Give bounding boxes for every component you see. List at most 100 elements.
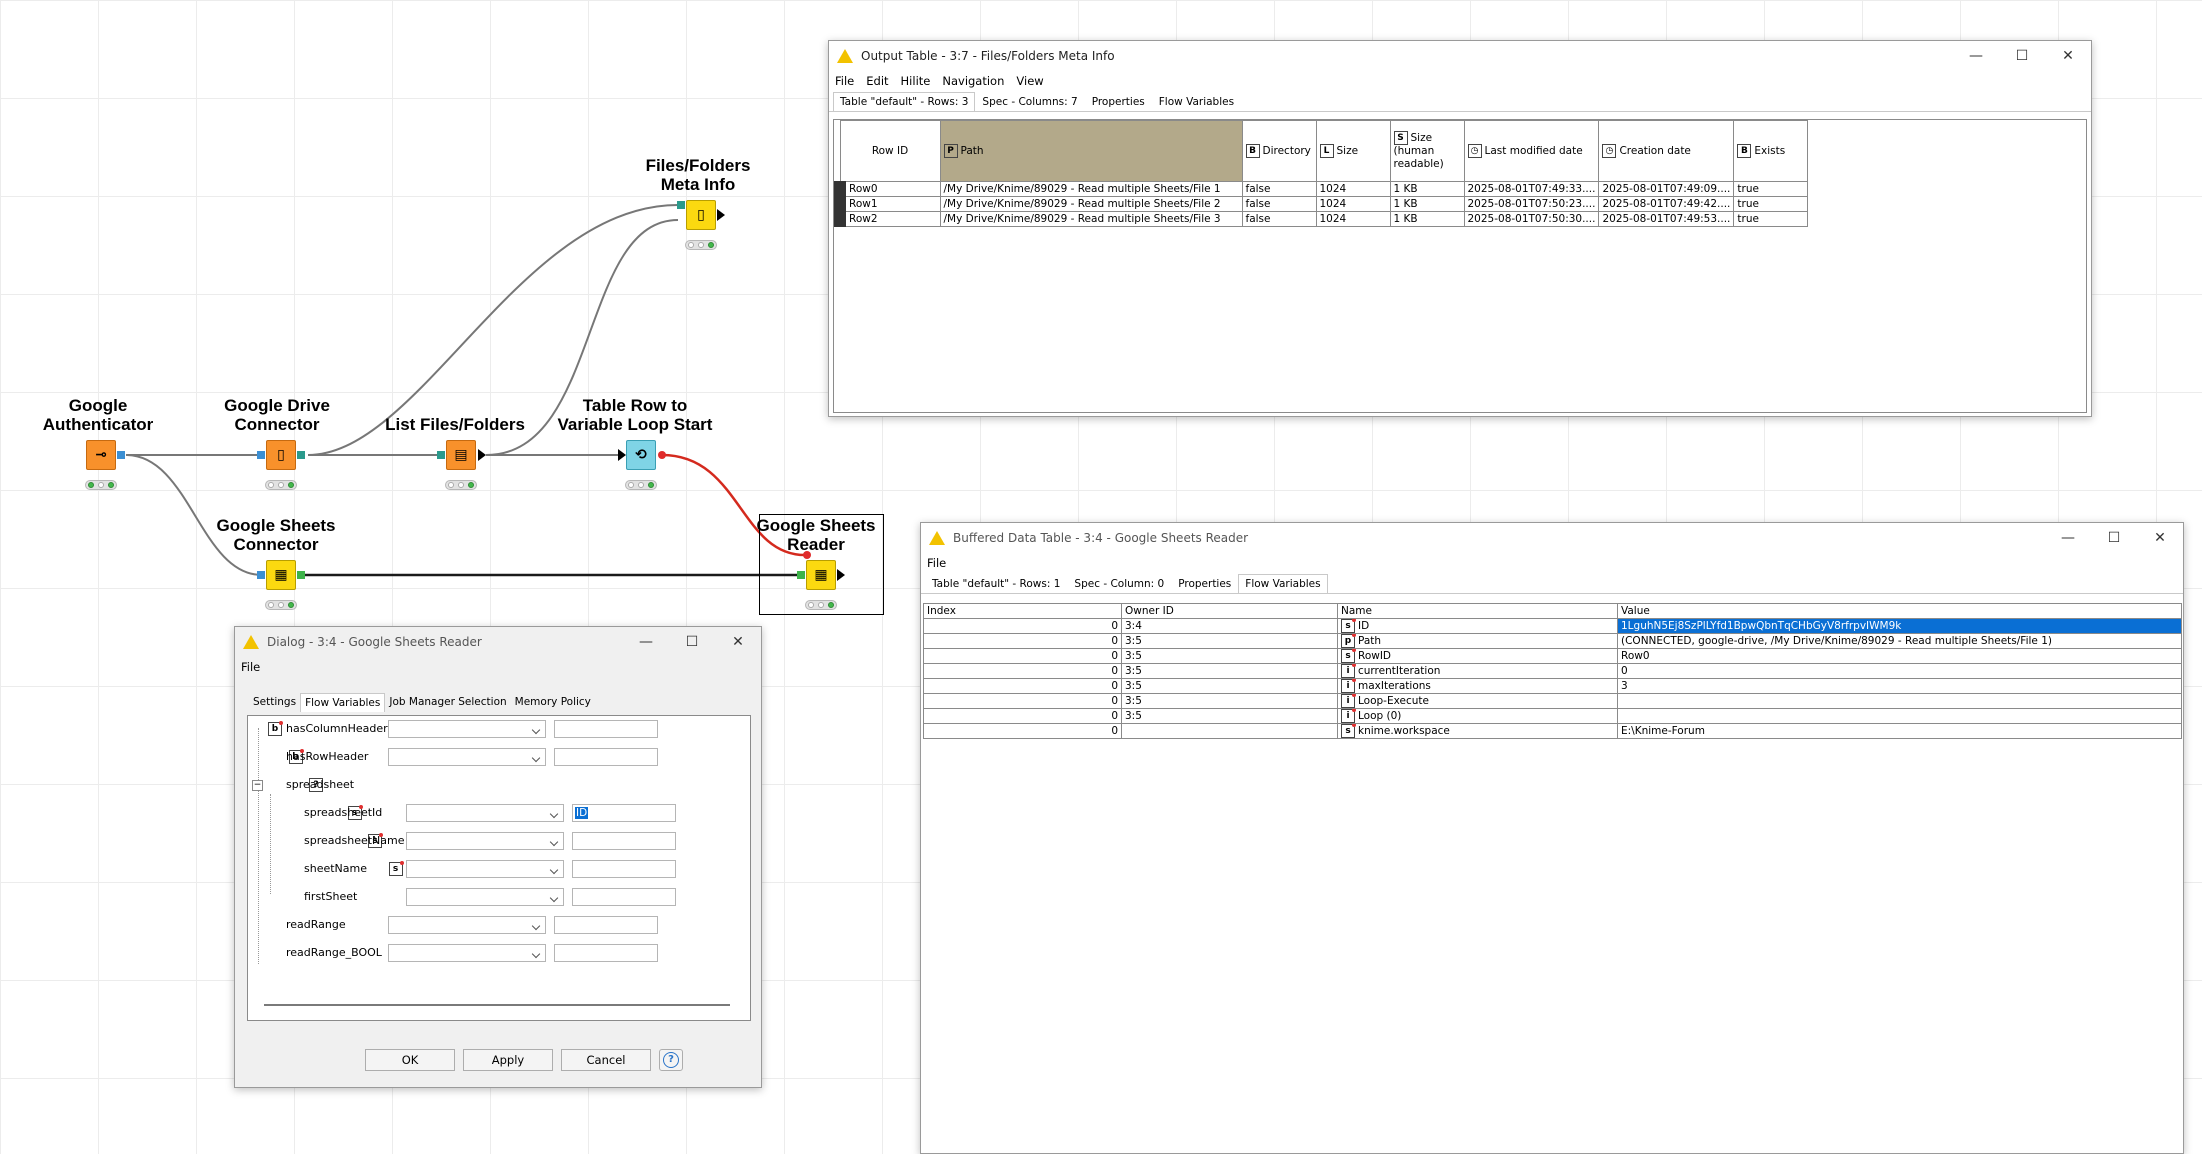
owner-cell[interactable]: 3:5 [1121,693,1338,709]
tab-spec[interactable]: Spec - Column: 0 [1067,574,1171,593]
tab-table[interactable]: Table "default" - Rows: 1 [925,574,1067,593]
table-cell[interactable]: /My Drive/Knime/89029 - Read multiple Sh… [939,181,1243,197]
owner-cell[interactable]: 3:5 [1121,633,1338,649]
index-cell[interactable]: 0 [923,618,1122,634]
var-select-spreadsheetid[interactable] [406,804,564,822]
tab-settings[interactable]: Settings [249,693,300,712]
apply-button[interactable]: Apply [463,1049,553,1071]
table-cell[interactable]: false [1241,211,1317,227]
help-button[interactable]: ? [659,1049,683,1071]
name-cell[interactable]: s RowID [1337,648,1618,664]
name-cell[interactable]: i currentIteration [1337,663,1618,679]
owner-cell[interactable]: 3:4 [1121,618,1338,634]
menu-file[interactable]: File [927,556,946,570]
var-input-hasrowheader[interactable] [554,748,658,766]
output-port[interactable] [297,571,305,579]
menu-navigation[interactable]: Navigation [942,74,1004,88]
row-id-cell[interactable]: Row2 [834,211,941,227]
owner-cell[interactable]: 3:5 [1121,708,1338,724]
name-cell[interactable]: s ID [1337,618,1618,634]
table-row[interactable]: 0 3:5 s RowID Row0 [923,648,2182,664]
table-row[interactable]: Row0 /My Drive/Knime/89029 - Read multip… [834,181,1809,197]
close-icon[interactable]: ✕ [2137,523,2183,553]
table-row[interactable]: 0 3:5 i maxIterations 3 [923,678,2182,694]
column-header-exists[interactable]: B Exists [1733,120,1809,182]
column-header-value[interactable]: Value [1617,603,2182,619]
horizontal-scrollbar[interactable] [264,1004,730,1006]
maximize-icon[interactable]: ☐ [1999,41,2045,71]
minimize-icon[interactable]: — [623,627,669,657]
owner-cell[interactable]: 3:5 [1121,663,1338,679]
table-cell[interactable]: 2025-08-01T07:49:42.... [1598,196,1735,212]
value-cell[interactable]: 3 [1617,678,2182,694]
row-id-cell[interactable]: Row0 [834,181,941,197]
table-cell[interactable]: false [1241,196,1317,212]
maximize-icon[interactable]: ☐ [669,627,715,657]
tab-flow-variables[interactable]: Flow Variables [1238,574,1328,593]
tab-table[interactable]: Table "default" - Rows: 3 [833,92,976,111]
column-header-creation-date[interactable]: ◷ Creation date [1598,120,1735,182]
flow-variable-input-port[interactable] [803,551,811,559]
loop-start-icon[interactable]: ⟲ [626,440,656,470]
table-cell[interactable]: true [1733,196,1809,212]
table-cell[interactable]: /My Drive/Knime/89029 - Read multiple Sh… [939,211,1243,227]
tab-properties[interactable]: Properties [1085,92,1152,111]
sheets-reader-icon[interactable]: ▦ [806,560,836,590]
var-input-spreadsheetname[interactable] [572,832,676,850]
index-cell[interactable]: 0 [923,633,1122,649]
input-port[interactable] [257,451,265,459]
table-row[interactable]: 0 3:5 i currentIteration 0 [923,663,2182,679]
var-input-sheetname[interactable] [572,860,676,878]
column-header-size[interactable]: L Size [1315,120,1391,182]
tab-properties[interactable]: Properties [1171,574,1238,593]
input-port[interactable] [618,449,626,461]
var-select-spreadsheetname[interactable] [406,832,564,850]
table-cell[interactable]: 1 KB [1389,196,1465,212]
menu-view[interactable]: View [1016,74,1043,88]
value-cell[interactable]: Row0 [1617,648,2182,664]
menu-edit[interactable]: Edit [866,74,888,88]
row-id-cell[interactable]: Row1 [834,196,941,212]
value-cell[interactable]: (CONNECTED, google-drive, /My Drive/Knim… [1617,633,2182,649]
column-header-path[interactable]: P Path [939,120,1243,182]
table-cell[interactable]: 2025-08-01T07:50:23.... [1463,196,1600,212]
name-cell[interactable]: i Loop (0) [1337,708,1618,724]
var-select-readrange-bool[interactable] [388,944,546,962]
column-header-index[interactable]: Index [923,603,1122,619]
index-cell[interactable]: 0 [923,648,1122,664]
maximize-icon[interactable]: ☐ [2091,523,2137,553]
var-select-hasrowheader[interactable] [388,748,546,766]
output-port[interactable] [717,209,725,221]
output-port[interactable] [117,451,125,459]
table-row[interactable]: 0 3:5 i Loop (0) [923,708,2182,724]
value-cell[interactable] [1617,693,2182,709]
table-cell[interactable]: true [1733,181,1809,197]
table-row[interactable]: 0 3:5 p Path (CONNECTED, google-drive, /M… [923,633,2182,649]
column-header-last-modified-date[interactable]: ◷ Last modified date [1463,120,1600,182]
list-files-icon[interactable]: ▤ [446,440,476,470]
menu-file[interactable]: File [835,74,854,88]
table-cell[interactable]: 1 KB [1389,181,1465,197]
output-port[interactable] [837,569,845,581]
owner-cell[interactable]: 3:5 [1121,648,1338,664]
table-cell[interactable]: 1024 [1315,196,1391,212]
value-cell-selected[interactable]: 1LguhN5Ej8SzPlLYfd1BpwQbnTqCHbGyV8rfrpvI… [1617,618,2182,634]
owner-cell[interactable] [1121,723,1338,739]
table-row[interactable]: Row2 /My Drive/Knime/89029 - Read multip… [834,211,1809,227]
var-input-firstsheet[interactable] [572,888,676,906]
column-header-owner-id[interactable]: Owner ID [1121,603,1338,619]
value-cell[interactable]: 0 [1617,663,2182,679]
table-row[interactable]: 0 s knime.workspace E:\Knime-Forum [923,723,2182,739]
table-cell[interactable]: 1024 [1315,181,1391,197]
var-select-sheetname[interactable] [406,860,564,878]
var-input-spreadsheetid[interactable]: ID [572,804,676,822]
table-cell[interactable]: 2025-08-01T07:50:30.... [1463,211,1600,227]
table-cell[interactable]: 1 KB [1389,211,1465,227]
table-cell[interactable]: 2025-08-01T07:49:53.... [1598,211,1735,227]
var-select-firstsheet[interactable] [406,888,564,906]
name-cell[interactable]: i maxIterations [1337,678,1618,694]
table-cell[interactable]: 2025-08-01T07:49:09.... [1598,181,1735,197]
name-cell[interactable]: s knime.workspace [1337,723,1618,739]
ok-button[interactable]: OK [365,1049,455,1071]
minimize-icon[interactable]: — [2045,523,2091,553]
